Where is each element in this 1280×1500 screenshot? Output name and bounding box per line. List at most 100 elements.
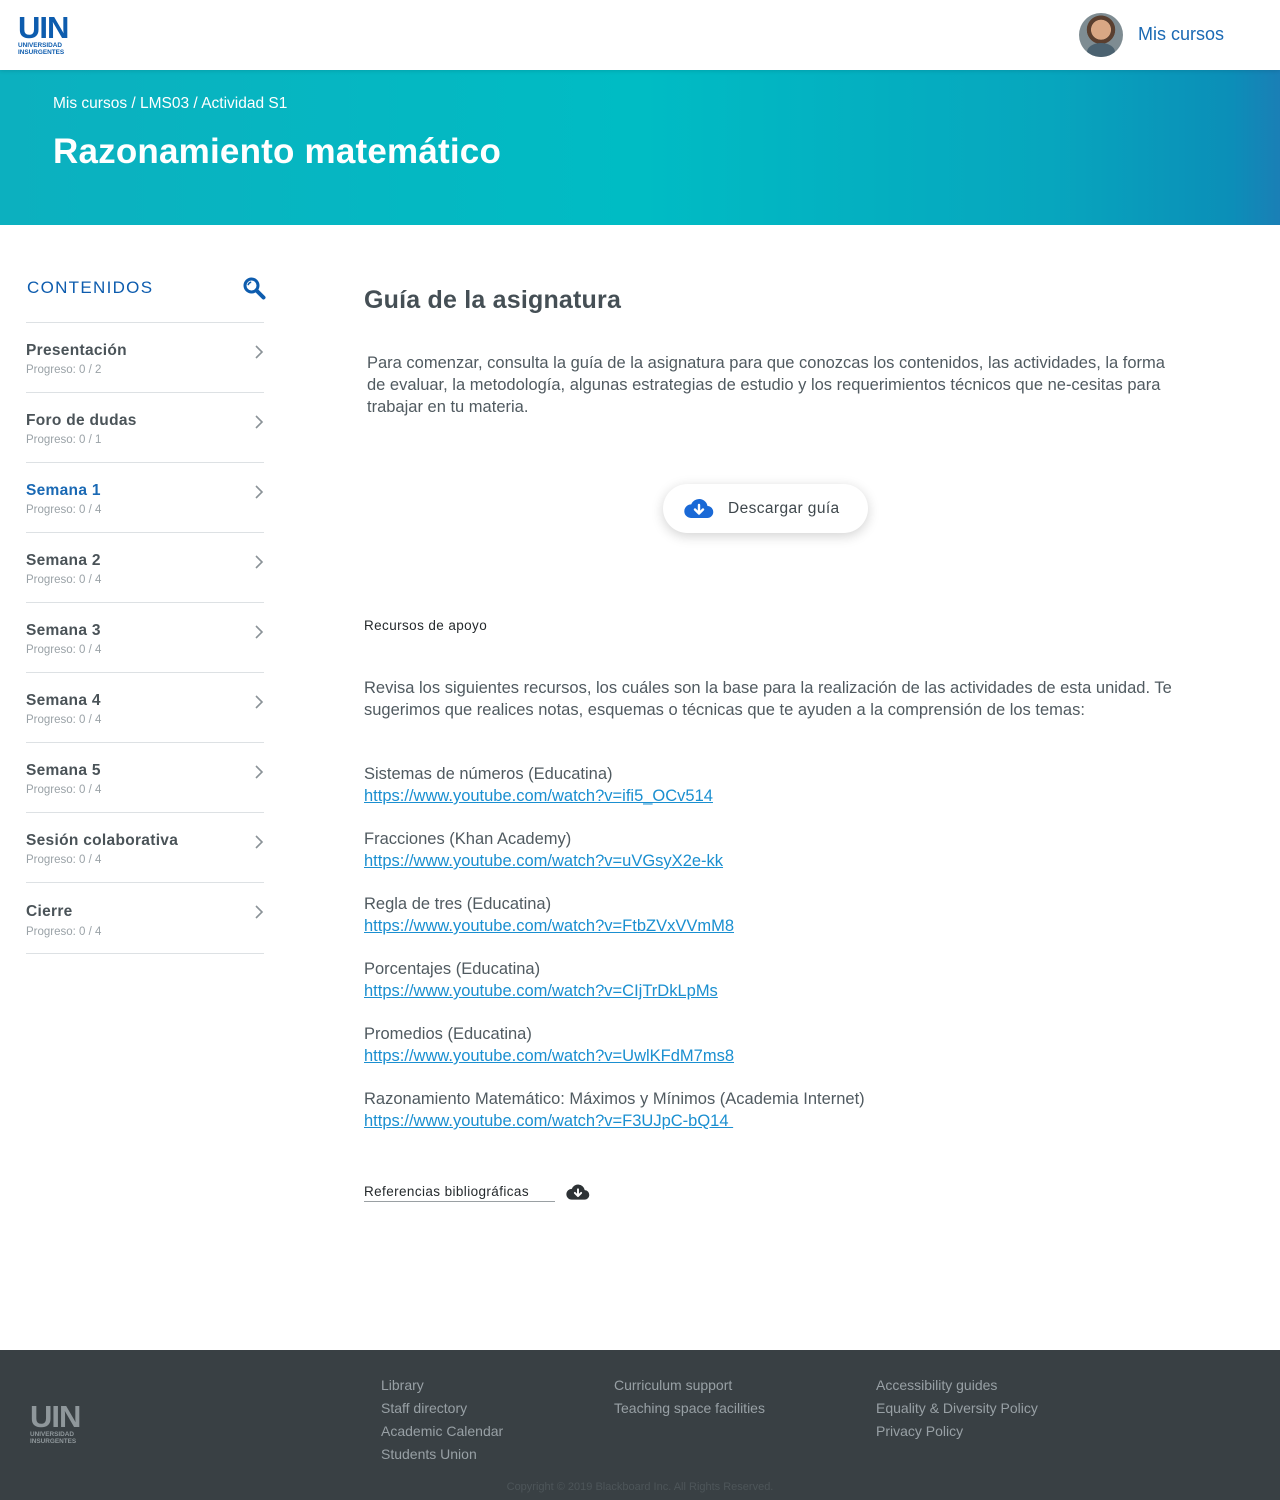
course-banner: Mis cursos / LMS03 / Actividad S1 Razona… [0, 70, 1280, 225]
sidebar-item-label: Presentación [26, 342, 127, 359]
footer-column-1: Library Staff directory Academic Calenda… [381, 1374, 503, 1466]
copyright: Copyright © 2019 Blackboard Inc. All Rig… [506, 1481, 774, 1493]
breadcrumb-item-my-courses[interactable]: Mis cursos [53, 95, 127, 112]
chevron-right-icon [255, 415, 264, 429]
resource-link[interactable]: https://www.youtube.com/watch?v=CIjTrDkL… [364, 982, 718, 1000]
sidebar-item[interactable]: Semana 3 Progreso: 0 / 4 [26, 603, 264, 673]
footer-column-3: Accessibility guides Equality & Diversit… [876, 1374, 1038, 1443]
sidebar-item-progress: Progreso: 0 / 4 [26, 714, 102, 726]
cloud-download-icon [684, 498, 714, 519]
footer-link-library[interactable]: Library [381, 1374, 503, 1397]
chevron-right-icon [255, 345, 264, 359]
sidebar-header: CONTENIDOS [26, 270, 266, 323]
resources-list: Sistemas de números (Educatina) https://… [364, 763, 1184, 1153]
footer-link-staff-directory[interactable]: Staff directory [381, 1397, 503, 1420]
logo-text: UIN [18, 10, 69, 45]
top-bar: UIN UNIVERSIDAD INSURGENTES Mis cursos [0, 0, 1280, 70]
resource-name: Porcentajes (Educatina) [364, 960, 541, 978]
resource-link[interactable]: https://www.youtube.com/watch?v=FtbZVxVV… [364, 917, 734, 935]
resource-name: Sistemas de números (Educatina) [364, 765, 613, 783]
sidebar-item-label: Semana 3 [26, 622, 101, 639]
contents-sidebar: CONTENIDOS Presentación Progreso: 0 / 2 Fo… [26, 270, 266, 954]
footer-logo: UIN UNIVERSIDAD INSURGENTES [30, 1399, 84, 1445]
breadcrumb-item-activity[interactable]: Actividad S1 [201, 95, 287, 112]
sidebar-item-progress: Progreso: 0 / 4 [26, 854, 102, 866]
sidebar-item-label: Semana 1 [26, 482, 101, 499]
user-avatar[interactable] [1079, 13, 1123, 57]
references-underline [364, 1201, 555, 1202]
footer-logo-text: UIN [30, 1399, 81, 1434]
sidebar-item-progress: Progreso: 0 / 4 [26, 644, 102, 656]
sidebar-item-label: Foro de dudas [26, 412, 137, 429]
footer-link-privacy[interactable]: Privacy Policy [876, 1420, 1038, 1443]
chevron-right-icon [255, 905, 264, 919]
sidebar-item-progress: Progreso: 0 / 4 [26, 784, 102, 796]
breadcrumb-separator: / [127, 95, 140, 112]
my-courses-link[interactable]: Mis cursos [1138, 24, 1224, 45]
sidebar-item-progress: Progreso: 0 / 4 [26, 504, 102, 516]
resource-item: Promedios (Educatina) https://www.youtub… [364, 1023, 1184, 1088]
sidebar-item-label: Cierre [26, 903, 73, 920]
footer-link-students-union[interactable]: Students Union [381, 1443, 503, 1466]
sidebar-item[interactable]: Cierre Progreso: 0 / 4 [26, 883, 264, 954]
chevron-right-icon [255, 555, 264, 569]
section-title: Guía de la asignatura [364, 286, 622, 314]
resource-link[interactable]: https://www.youtube.com/watch?v=uVGsyX2e… [364, 852, 723, 870]
sidebar-item[interactable]: Presentación Progreso: 0 / 2 [26, 323, 264, 393]
sidebar-item[interactable]: Foro de dudas Progreso: 0 / 1 [26, 393, 264, 463]
footer: UIN UNIVERSIDAD INSURGENTES Library Staf… [0, 1350, 1280, 1500]
chevron-right-icon [255, 485, 264, 499]
sidebar-item[interactable]: Semana 4 Progreso: 0 / 4 [26, 673, 264, 743]
sidebar-item[interactable]: Semana 2 Progreso: 0 / 4 [26, 533, 264, 603]
chevron-right-icon [255, 695, 264, 709]
footer-link-equality-diversity[interactable]: Equality & Diversity Policy [876, 1397, 1038, 1420]
resource-name: Razonamiento Matemático: Máximos y Mínim… [364, 1090, 865, 1108]
sidebar-item-progress: Progreso: 0 / 4 [26, 574, 102, 586]
resource-name: Regla de tres (Educatina) [364, 895, 552, 913]
cloud-download-icon[interactable] [566, 1183, 590, 1202]
sidebar-item-progress: Progreso: 0 / 4 [26, 926, 102, 938]
breadcrumb: Mis cursos / LMS03 / Actividad S1 [53, 95, 287, 113]
course-title: Razonamiento matemático [53, 132, 502, 171]
university-logo[interactable]: UIN UNIVERSIDAD INSURGENTES [18, 10, 72, 56]
sidebar-item-label: Semana 2 [26, 552, 101, 569]
resource-link[interactable]: https://www.youtube.com/watch?v=F3UJpC-b… [364, 1112, 733, 1130]
sidebar-item-progress: Progreso: 0 / 2 [26, 364, 102, 376]
resource-item: Fracciones (Khan Academy) https://www.yo… [364, 828, 1184, 893]
breadcrumb-separator: / [189, 95, 202, 112]
sidebar-item[interactable]: Semana 5 Progreso: 0 / 4 [26, 743, 264, 813]
footer-link-curriculum-support[interactable]: Curriculum support [614, 1374, 765, 1397]
sidebar-item[interactable]: Semana 1 Progreso: 0 / 4 [26, 463, 264, 533]
sidebar-item-progress: Progreso: 0 / 1 [26, 434, 102, 446]
sidebar-item-label: Sesión colaborativa [26, 832, 179, 849]
footer-link-academic-calendar[interactable]: Academic Calendar [381, 1420, 503, 1443]
footer-column-2: Curriculum support Teaching space facili… [614, 1374, 765, 1420]
chevron-right-icon [255, 835, 264, 849]
sidebar-item-label: Semana 4 [26, 692, 101, 709]
chevron-right-icon [255, 765, 264, 779]
sidebar-title: CONTENIDOS [27, 278, 154, 297]
resources-intro: Revisa los siguientes recursos, los cuál… [364, 679, 1172, 719]
search-icon[interactable] [242, 276, 266, 300]
resource-item: Razonamiento Matemático: Máximos y Mínim… [364, 1088, 1184, 1153]
download-guide-label: Descargar guía [728, 500, 840, 517]
resource-link[interactable]: https://www.youtube.com/watch?v=ifi5_OCv… [364, 787, 713, 805]
sidebar-item[interactable]: Sesión colaborativa Progreso: 0 / 4 [26, 813, 264, 883]
sidebar-item-label: Semana 5 [26, 762, 101, 779]
resource-item: Porcentajes (Educatina) https://www.yout… [364, 958, 1184, 1023]
resources-heading: Recursos de apoyo [364, 618, 488, 633]
resource-name: Promedios (Educatina) [364, 1025, 532, 1043]
resource-name: Fracciones (Khan Academy) [364, 830, 572, 848]
footer-link-accessibility[interactable]: Accessibility guides [876, 1374, 1038, 1397]
footer-link-teaching-space[interactable]: Teaching space facilities [614, 1397, 765, 1420]
footer-logo-subtitle-2: INSURGENTES [30, 1438, 77, 1445]
breadcrumb-item-course[interactable]: LMS03 [140, 95, 189, 112]
intro-paragraph: Para comenzar, consulta la guía de la as… [367, 354, 1165, 416]
references-link[interactable]: Referencias bibliográficas [364, 1184, 529, 1199]
resource-item: Regla de tres (Educatina) https://www.yo… [364, 893, 1184, 958]
download-guide-button[interactable]: Descargar guía [663, 484, 868, 533]
resource-item: Sistemas de números (Educatina) https://… [364, 763, 1184, 828]
chevron-right-icon [255, 625, 264, 639]
resource-link[interactable]: https://www.youtube.com/watch?v=UwlKFdM7… [364, 1047, 734, 1065]
logo-subtitle-2: INSURGENTES [18, 49, 65, 56]
